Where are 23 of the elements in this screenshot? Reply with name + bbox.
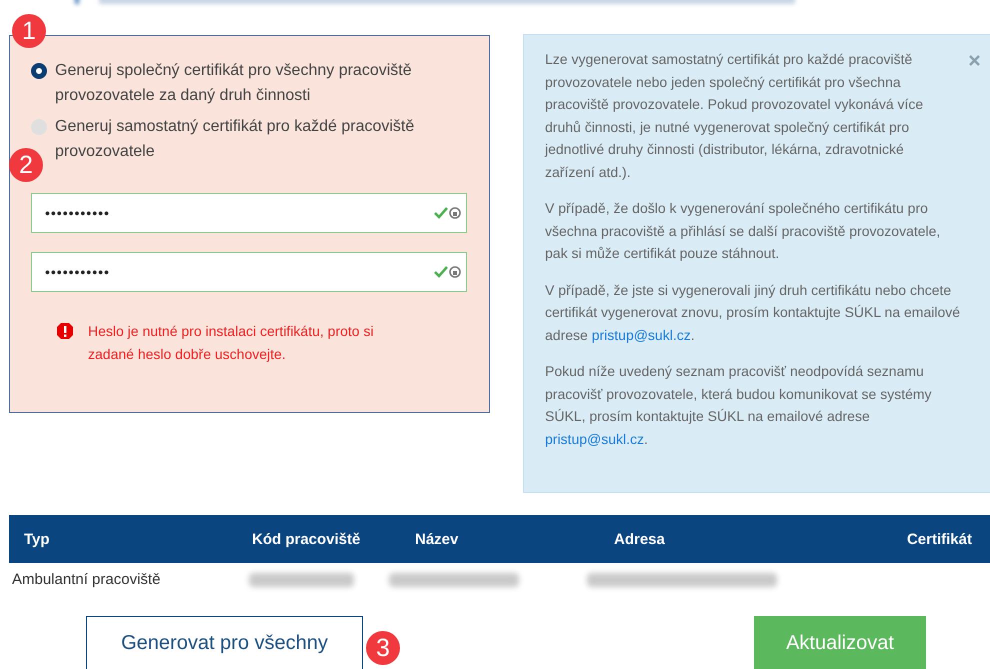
column-header: Typ xyxy=(24,530,51,548)
column-header: Certifikát xyxy=(906,530,972,548)
info-paragraph: V případě, že došlo k vygenerování společného certifikátu pro všechna pracoviště a přihlásí se další pracoviště provozovatele, pak si může certifikát pouze stáhnout. xyxy=(545,199,942,263)
info-paragraph: Pokud níže uvedený seznam pracovišť neodpovídá seznamu pracovišť provozovatele, která budou komunikovat se systémy SÚKL, prosím kontaktujte SÚKL na emailové adrese pristup@sukl.cz. xyxy=(545,362,933,449)
password-field[interactable]: ••••••••••• xyxy=(31,252,467,292)
radio-option[interactable]: Generuj společný certifikát pro všechny pracoviště provozovatele za daný druh činnosti xyxy=(31,58,467,108)
password-field[interactable]: ••••••••••• xyxy=(31,193,467,233)
generate-button[interactable]: Generovat pro všechny xyxy=(86,616,363,669)
step-badge: 2 xyxy=(9,148,43,182)
radio-button[interactable] xyxy=(31,63,47,79)
email-link[interactable]: pristup@sukl.cz xyxy=(545,430,644,446)
email-link[interactable]: pristup@sukl.cz xyxy=(592,326,691,342)
radio-button[interactable] xyxy=(31,119,47,135)
column-header: Kód pracoviště xyxy=(252,530,362,548)
error-icon xyxy=(56,322,74,340)
column-header: Název xyxy=(415,530,460,548)
step-badge: 3 xyxy=(366,631,400,665)
column-header: Adresa xyxy=(614,530,666,548)
step-badge: 1 xyxy=(12,14,46,48)
info-paragraph: V případě, že jste si vygenerovali jiný druh certifikátu nebo chcete certifikát vygenerovat znovu, prosím kontaktujte SÚKL na emailové adrese pristup@sukl.cz. xyxy=(545,280,962,345)
info-paragraph: Lze vygenerovat samostatný certifikát pro každé pracoviště provozovatele nebo jeden společný certifikát pro všechna pracoviště provozovatele. Pokud provozovatel vykonává více druhů činnosti, je nutné vygenerovat společný certifikát pro jednotlivé druhy činnosti (distributor, lékárna, zdravotnické zařízení atd.). xyxy=(545,50,924,182)
table-cell-text: Ambulantní pracoviště xyxy=(12,571,162,588)
warning-text: Heslo je nutné pro instalaci certifikátu, proto si zadané heslo dobře uschovejte. xyxy=(88,322,375,364)
